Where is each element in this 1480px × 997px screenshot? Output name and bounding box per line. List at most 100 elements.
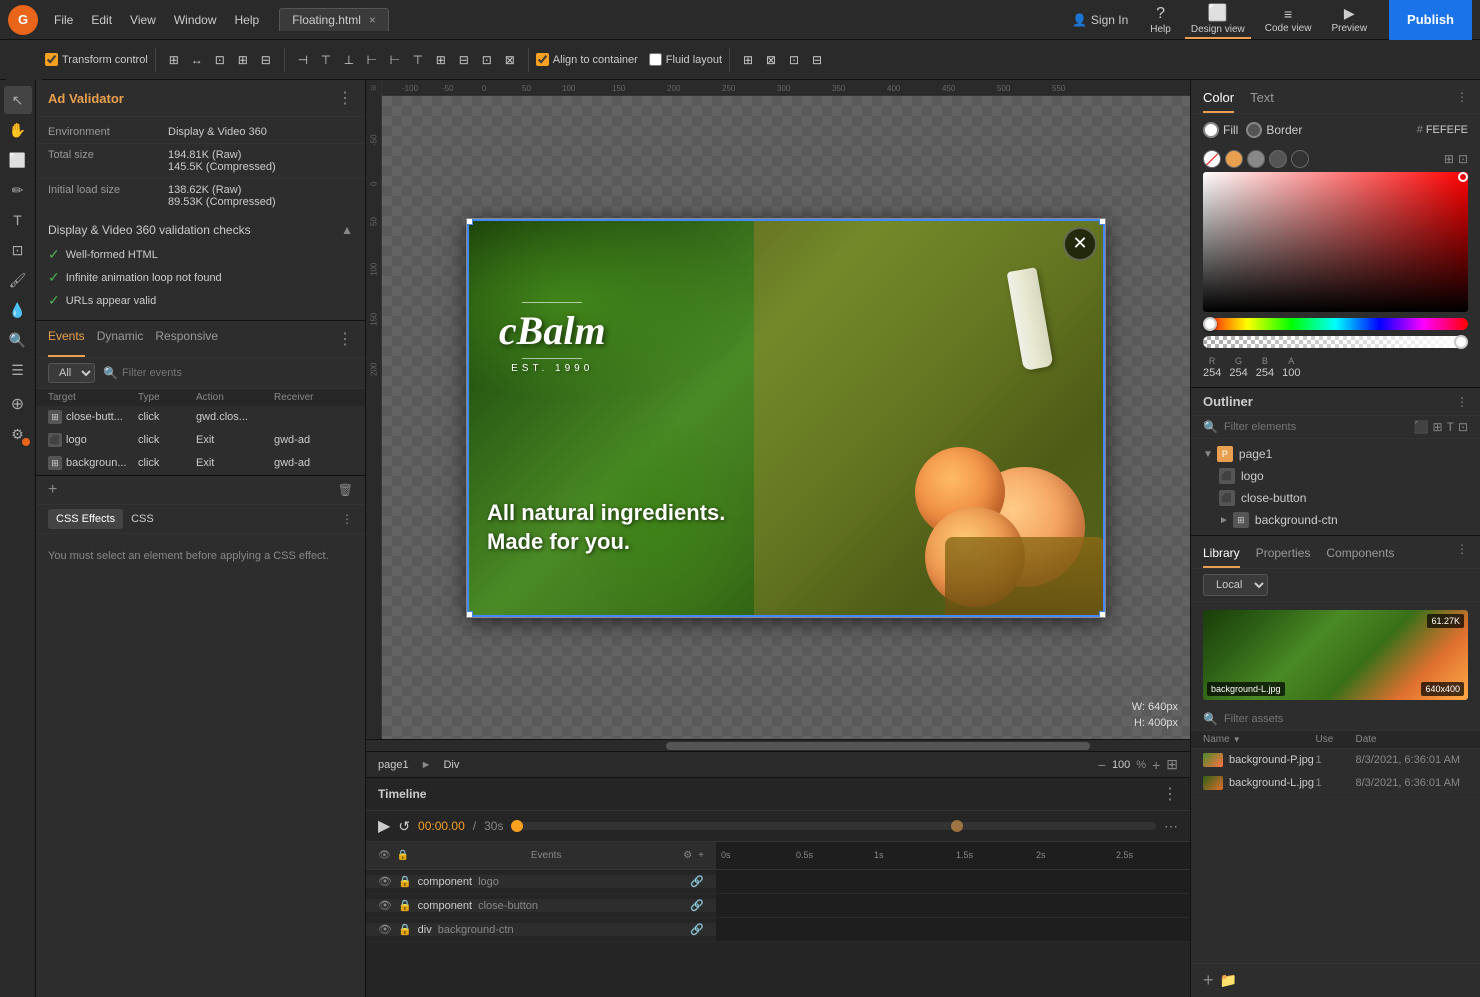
transform-control-input[interactable] <box>45 53 58 66</box>
transform-tool-1[interactable]: ⊞ <box>163 49 185 71</box>
view-tool-4[interactable]: ⊟ <box>806 49 828 71</box>
library-tab-components[interactable]: Components <box>1326 542 1394 568</box>
align-tool-2[interactable]: ⊤ <box>315 49 337 71</box>
transform-control-checkbox[interactable]: Transform control <box>45 53 148 66</box>
checks-header[interactable]: Display & Video 360 validation checks ▲ <box>36 217 365 243</box>
ad-validator-menu[interactable]: ⋮ <box>337 88 353 108</box>
view-tool-1[interactable]: ⊞ <box>737 49 759 71</box>
color-tab-text[interactable]: Text <box>1250 86 1274 113</box>
transform-tool-5[interactable]: ⊟ <box>255 49 277 71</box>
events-tab-events[interactable]: Events <box>48 321 85 357</box>
preview-btn[interactable]: ▶ Preview <box>1325 3 1373 36</box>
align-container-checkbox[interactable]: Align to container <box>536 53 638 66</box>
checks-collapse[interactable]: ▲ <box>341 223 353 237</box>
tree-expand-page1[interactable]: ▼ <box>1203 449 1213 460</box>
view-tool-2[interactable]: ⊠ <box>760 49 782 71</box>
tool-extra-1[interactable]: ⊕ <box>4 390 32 418</box>
zoom-minus[interactable]: − <box>1098 757 1106 773</box>
zoom-plus[interactable]: + <box>1152 757 1160 773</box>
menu-edit[interactable]: Edit <box>83 9 120 31</box>
tool-hand[interactable]: ☰ <box>4 356 32 384</box>
tree-item-close-button[interactable]: ⬛ close-button <box>1191 487 1480 509</box>
view-tool-3[interactable]: ⊡ <box>783 49 805 71</box>
css-trash-btn[interactable]: 🗑 <box>338 483 353 497</box>
color-tab-color[interactable]: Color <box>1203 86 1234 113</box>
design-view-btn[interactable]: ⬜ Design view <box>1185 1 1251 39</box>
fluid-layout-input[interactable] <box>649 53 662 66</box>
publish-btn[interactable]: Publish <box>1389 0 1472 40</box>
align-tool-7[interactable]: ⊞ <box>430 49 452 71</box>
tool-crop[interactable]: ⊡ <box>4 236 32 264</box>
swatch-copy-btn[interactable]: ⊞ <box>1444 152 1454 166</box>
align-tool-6[interactable]: ⊤ <box>407 49 429 71</box>
events-tab-menu[interactable]: ⋮ <box>337 321 353 357</box>
assets-add-btn[interactable]: + <box>1203 970 1214 991</box>
swatch-dark[interactable] <box>1269 150 1287 168</box>
align-tool-8[interactable]: ⊟ <box>453 49 475 71</box>
border-radio-label[interactable]: Border <box>1246 122 1302 138</box>
tree-item-page1[interactable]: ▼ P page1 <box>1191 443 1480 465</box>
track-lock-2[interactable]: 🔒 <box>398 923 412 936</box>
assets-search-input[interactable] <box>1224 713 1468 725</box>
swatch-orange[interactable] <box>1225 150 1243 168</box>
align-tool-5[interactable]: ⊢ <box>384 49 406 71</box>
library-tab-menu[interactable]: ⋮ <box>1456 542 1468 568</box>
swatch-darker[interactable] <box>1291 150 1309 168</box>
tool-eyedropper[interactable]: 💧 <box>4 296 32 324</box>
events-filter-select[interactable]: All <box>48 363 95 383</box>
align-tool-1[interactable]: ⊣ <box>292 49 314 71</box>
track-eye-2[interactable]: 👁 <box>378 923 392 936</box>
color-tab-menu[interactable]: ⋮ <box>1456 86 1468 113</box>
assets-folder-btn[interactable]: 📁 <box>1220 972 1237 989</box>
track-lock-0[interactable]: 🔒 <box>398 875 412 888</box>
tool-select[interactable]: ↖ <box>4 86 32 114</box>
css-tab-css[interactable]: CSS <box>123 509 162 529</box>
menu-file[interactable]: File <box>46 9 81 31</box>
track-link-2[interactable]: 🔗 <box>690 923 704 936</box>
swatch-gray[interactable] <box>1247 150 1265 168</box>
swatch-none[interactable] <box>1203 150 1221 168</box>
transform-tool-3[interactable]: ⊡ <box>209 49 231 71</box>
zoom-fit[interactable]: ⊞ <box>1166 756 1178 773</box>
code-view-btn[interactable]: ≡ Code view <box>1259 4 1318 36</box>
css-panel-menu[interactable]: ⋮ <box>341 512 353 526</box>
align-tool-4[interactable]: ⊢ <box>361 49 383 71</box>
track-link-0[interactable]: 🔗 <box>690 875 704 888</box>
transform-tool-4[interactable]: ⊞ <box>232 49 254 71</box>
menu-view[interactable]: View <box>122 9 164 31</box>
library-tab-properties[interactable]: Properties <box>1256 542 1311 568</box>
tool-shape[interactable]: ⬜ <box>4 146 32 174</box>
tool-text[interactable]: T <box>4 206 32 234</box>
css-tab-effects[interactable]: CSS Effects <box>48 509 123 529</box>
tool-pen[interactable]: ✏ <box>4 176 32 204</box>
events-tab-dynamic[interactable]: Dynamic <box>97 321 144 357</box>
align-container-input[interactable] <box>536 53 549 66</box>
timeline-scrubber[interactable] <box>511 822 1156 830</box>
menu-help[interactable]: Help <box>227 9 268 31</box>
timeline-loop-btn[interactable]: ↺ <box>398 818 410 835</box>
tool-paint[interactable]: 🖌 <box>4 266 32 294</box>
help-btn[interactable]: ? Help <box>1144 3 1177 37</box>
track-eye-1[interactable]: 👁 <box>378 899 392 912</box>
fluid-layout-checkbox[interactable]: Fluid layout <box>649 53 722 66</box>
css-add-btn[interactable]: + <box>48 481 57 499</box>
tool-zoom[interactable]: 🔍 <box>4 326 32 354</box>
h-scroll-thumb[interactable] <box>666 742 1090 750</box>
align-tool-3[interactable]: ⊥ <box>338 49 360 71</box>
alpha-slider[interactable] <box>1203 336 1468 348</box>
file-tab-close[interactable]: × <box>369 13 376 27</box>
outliner-search-input[interactable] <box>1224 421 1408 433</box>
menu-window[interactable]: Window <box>166 9 225 31</box>
sign-in-btn[interactable]: 👤 Sign In <box>1072 13 1128 27</box>
tree-item-logo[interactable]: ⬛ logo <box>1191 465 1480 487</box>
canvas-viewport[interactable]: cBalm EST. 1990 All natural ingredients.… <box>382 96 1190 739</box>
library-filter-select[interactable]: Local <box>1203 574 1268 596</box>
swatch-paste-btn[interactable]: ⊡ <box>1458 152 1468 166</box>
h-scrollbar[interactable] <box>366 739 1190 751</box>
tool-pan[interactable]: ✋ <box>4 116 32 144</box>
library-tab-library[interactable]: Library <box>1203 542 1240 568</box>
ad-close-btn[interactable]: ✕ <box>1063 227 1097 261</box>
tree-expand-bg[interactable]: ► <box>1219 515 1229 526</box>
outliner-menu[interactable]: ⋮ <box>1456 395 1468 409</box>
align-tool-9[interactable]: ⊡ <box>476 49 498 71</box>
